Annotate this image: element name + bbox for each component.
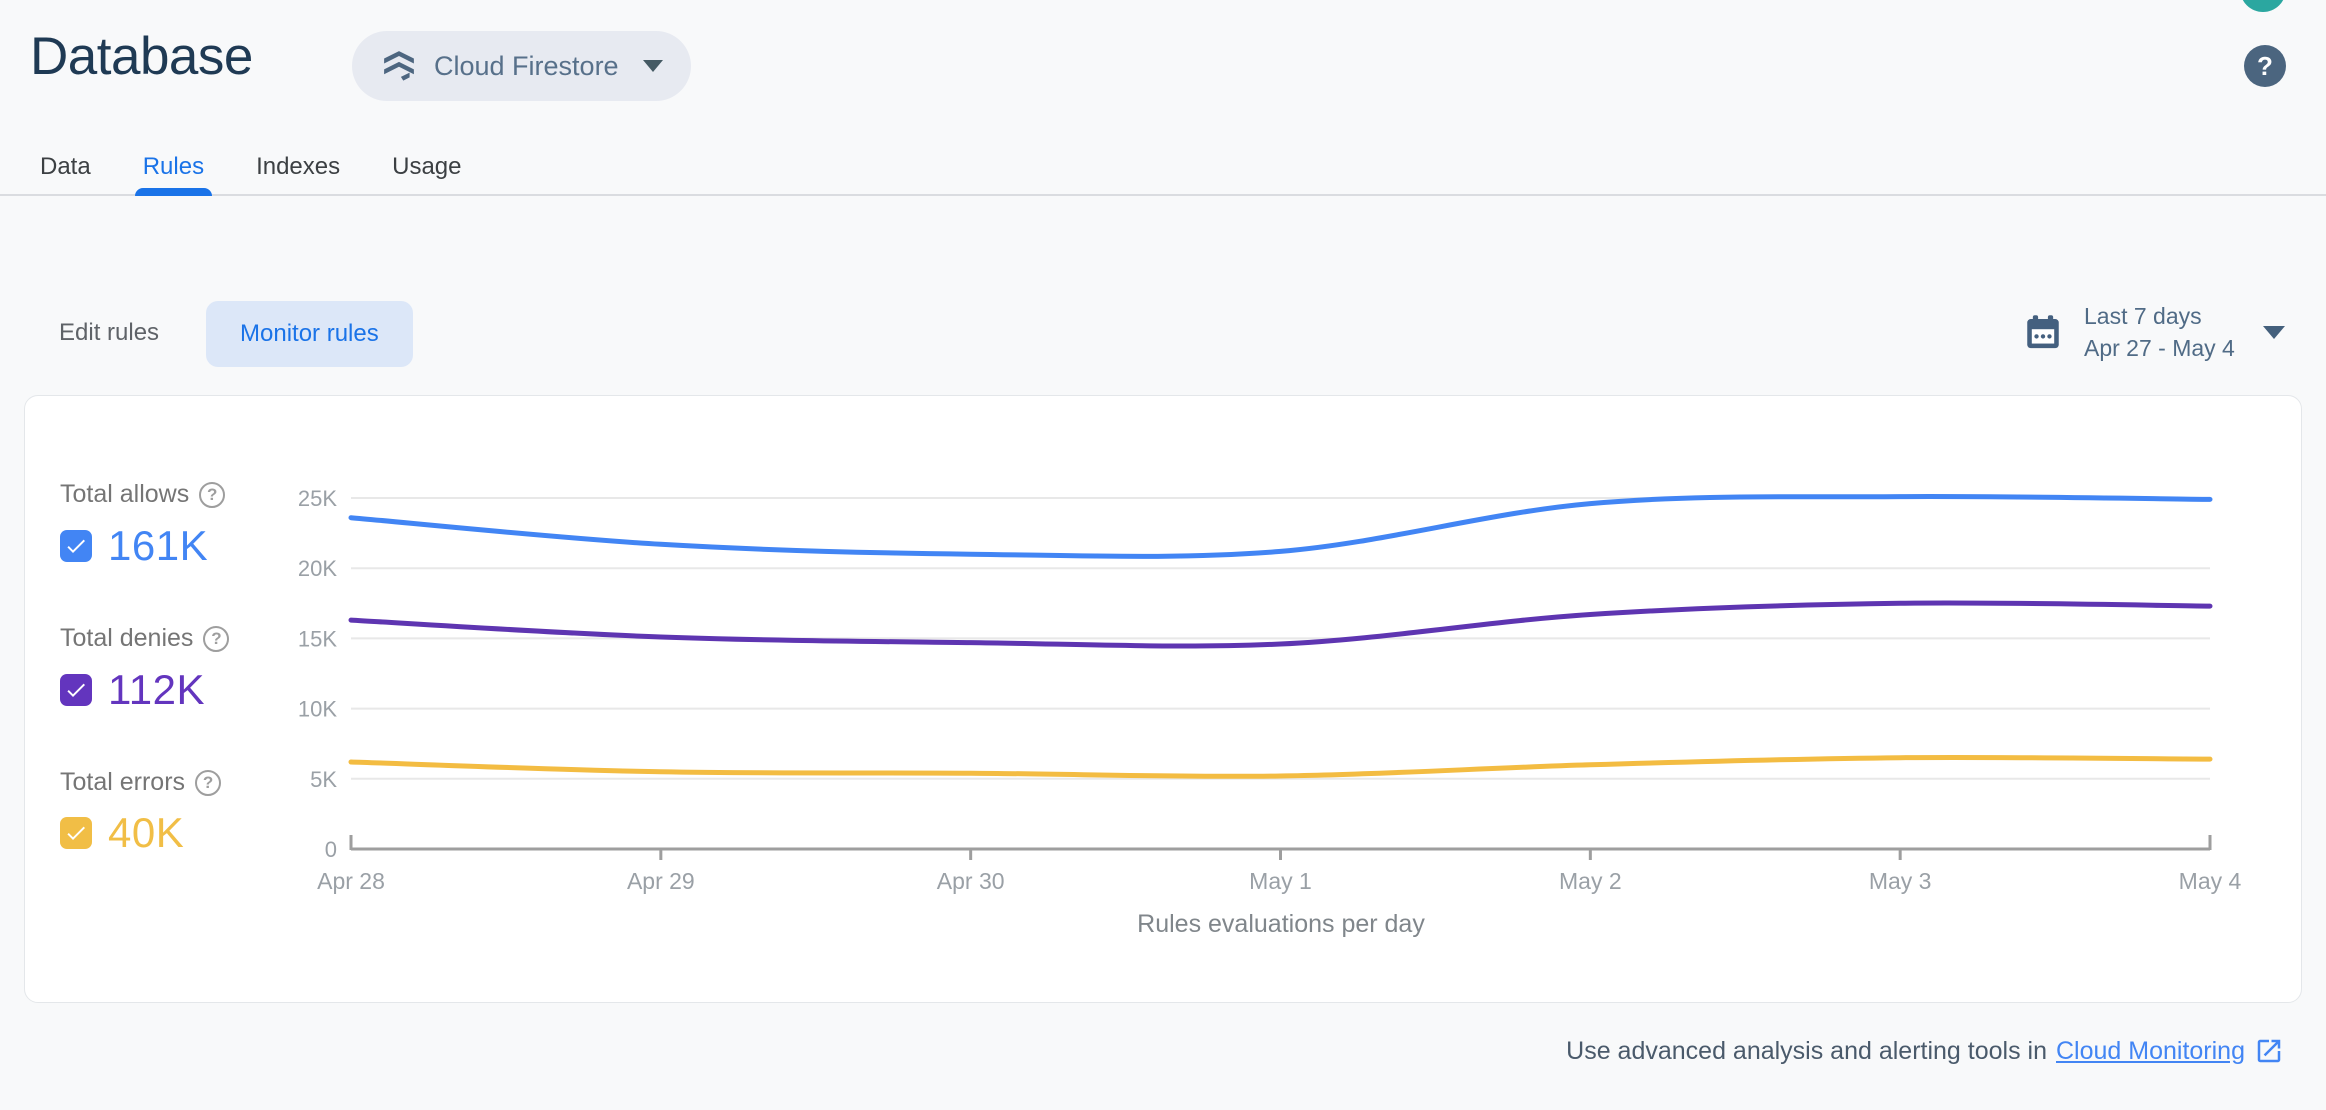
tab-rules[interactable]: Rules bbox=[117, 140, 230, 196]
svg-text:May 1: May 1 bbox=[1249, 868, 1312, 894]
svg-text:10K: 10K bbox=[298, 697, 337, 722]
cloud-monitoring-note: Use advanced analysis and alerting tools… bbox=[1566, 1036, 2284, 1066]
database-product-selector[interactable]: Cloud Firestore bbox=[352, 31, 691, 101]
svg-text:20K: 20K bbox=[298, 556, 337, 581]
svg-text:May 3: May 3 bbox=[1869, 868, 1932, 894]
tab-usage[interactable]: Usage bbox=[366, 140, 487, 194]
edit-rules-button[interactable]: Edit rules bbox=[59, 319, 159, 347]
monitor-rules-button[interactable]: Monitor rules bbox=[206, 301, 413, 367]
svg-text:Apr 28: Apr 28 bbox=[317, 868, 385, 894]
tab-data[interactable]: Data bbox=[14, 140, 117, 194]
svg-text:0: 0 bbox=[325, 837, 337, 862]
svg-text:May 2: May 2 bbox=[1559, 868, 1622, 894]
svg-text:5K: 5K bbox=[310, 767, 337, 792]
external-link-icon bbox=[2254, 1036, 2284, 1066]
footer-text: Use advanced analysis and alerting tools… bbox=[1566, 1036, 2047, 1065]
chevron-down-icon bbox=[2262, 325, 2285, 339]
date-range-secondary: Apr 27 - May 4 bbox=[2084, 335, 2235, 361]
help-icon: ? bbox=[2257, 50, 2273, 81]
series-line-total-denies bbox=[348, 600, 2213, 649]
svg-text:15K: 15K bbox=[298, 626, 337, 651]
tab-bar: Data Rules Indexes Usage bbox=[0, 140, 2326, 196]
date-range-primary: Last 7 days bbox=[2084, 303, 2202, 329]
svg-text:May 4: May 4 bbox=[2179, 868, 2242, 894]
product-selector-label: Cloud Firestore bbox=[434, 50, 619, 81]
help-button[interactable]: ? bbox=[2244, 45, 2286, 87]
chevron-down-icon bbox=[642, 60, 663, 72]
avatar[interactable] bbox=[2240, 0, 2286, 12]
firebase-database-rules-page: ? Database Cloud Firestore Data Rules In… bbox=[0, 0, 2326, 1110]
series-line-total-errors bbox=[348, 754, 2213, 779]
date-range-picker[interactable]: Last 7 days Apr 27 - May 4 bbox=[2022, 300, 2285, 364]
series-line-total-allows bbox=[348, 493, 2213, 559]
active-tab-indicator bbox=[134, 188, 213, 196]
svg-text:Apr 29: Apr 29 bbox=[627, 868, 695, 894]
calendar-icon bbox=[2022, 310, 2064, 354]
page-title: Database bbox=[30, 27, 253, 86]
cloud-monitoring-link[interactable]: Cloud Monitoring bbox=[2056, 1037, 2245, 1066]
svg-text:Apr 30: Apr 30 bbox=[937, 868, 1005, 894]
rules-monitor-card: Total allows ? 161K Total denies ? 112K … bbox=[24, 395, 2302, 1003]
svg-text:25K: 25K bbox=[298, 486, 337, 511]
firestore-icon bbox=[380, 47, 418, 85]
chart-title: Rules evaluations per day bbox=[1137, 910, 1425, 938]
tab-indexes[interactable]: Indexes bbox=[230, 140, 366, 194]
